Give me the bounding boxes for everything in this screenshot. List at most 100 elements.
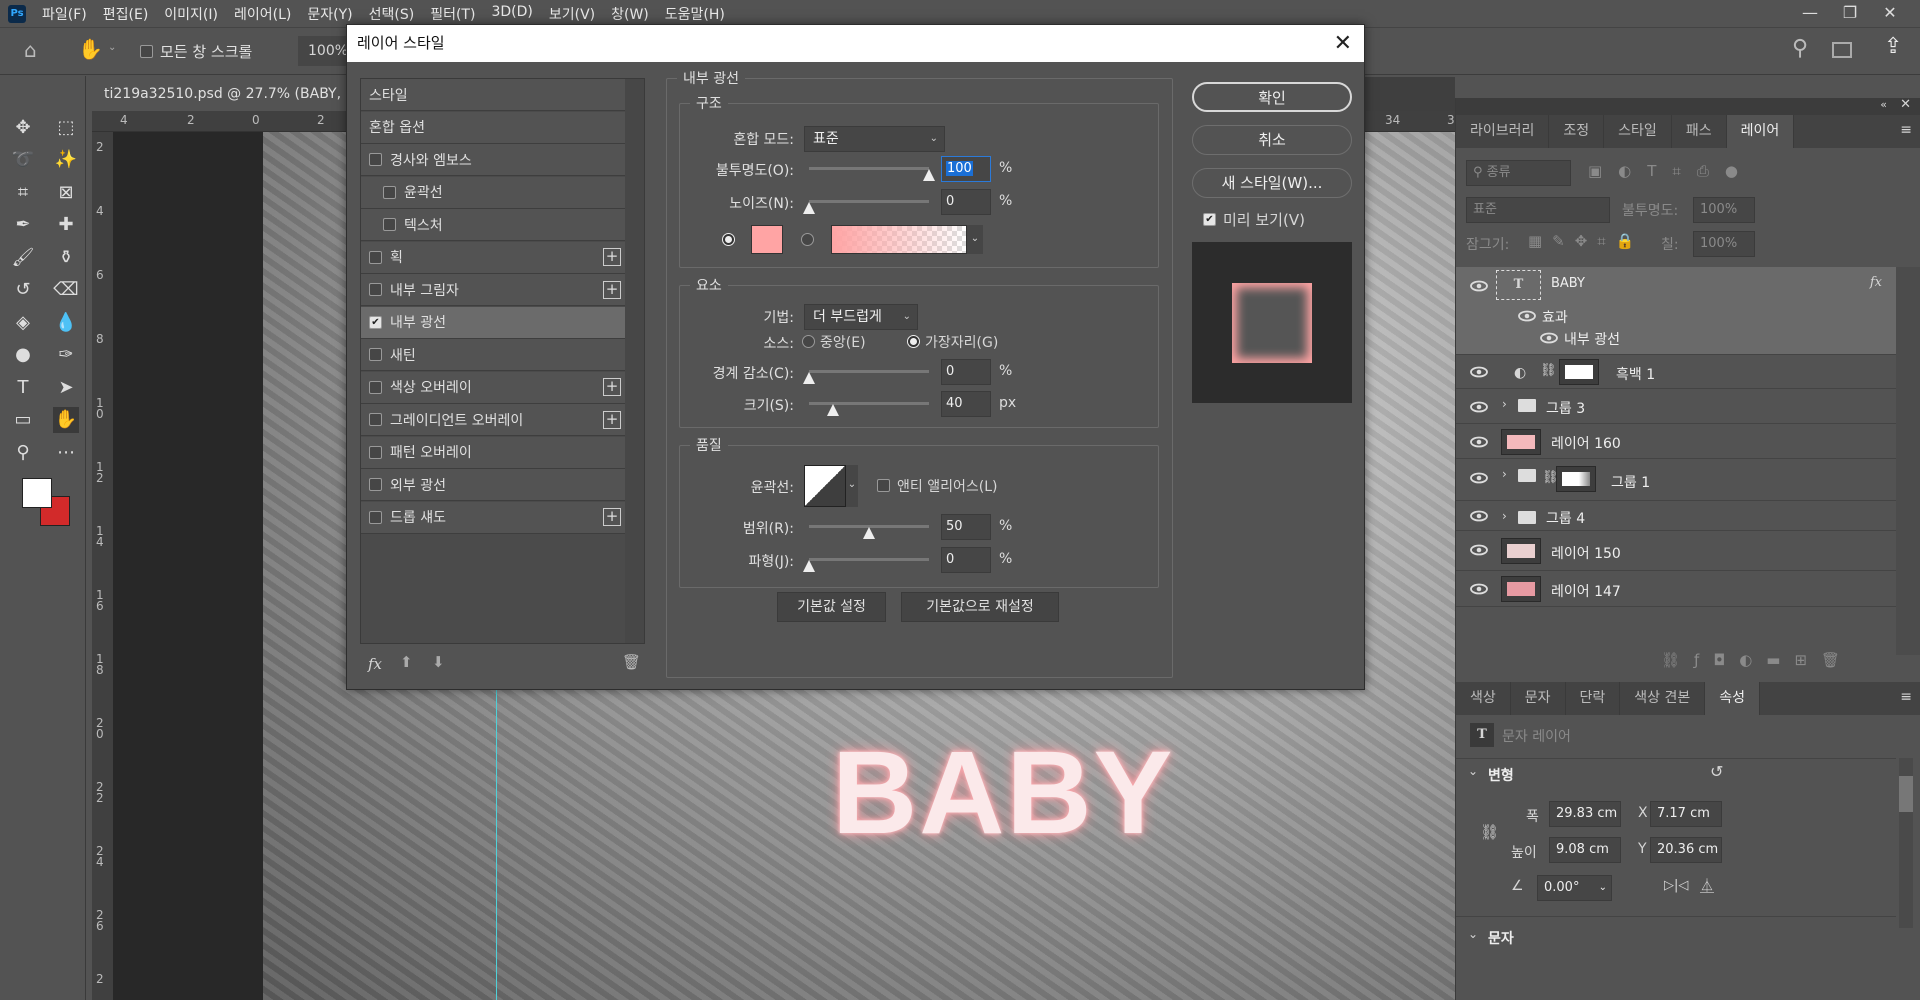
style-item[interactable]: 경사와 엠보스 — [361, 144, 625, 176]
share-icon[interactable]: ⇪ — [1884, 34, 1902, 59]
panel-tab[interactable]: 라이브러리 — [1456, 115, 1550, 148]
chevron-down-icon[interactable]: ⌄ — [1468, 927, 1478, 941]
range-slider[interactable] — [809, 525, 929, 539]
size-input[interactable]: 40 — [941, 391, 991, 417]
style-item[interactable]: ✔ 내부 광선 — [361, 306, 625, 339]
style-item[interactable]: 텍스처 — [361, 209, 625, 241]
eye-icon[interactable] — [1540, 332, 1558, 348]
fill-field[interactable]: 100% — [1693, 231, 1755, 257]
close-window-button[interactable]: ✕ — [1870, 0, 1910, 27]
panel-menu-icon[interactable]: ≡ — [1900, 689, 1912, 705]
jitter-input[interactable]: 0 — [941, 547, 991, 573]
contour-picker[interactable] — [804, 465, 846, 507]
layer-row[interactable]: › ⛓ 그룹 1 — [1456, 459, 1896, 501]
eye-icon[interactable] — [1470, 366, 1488, 382]
close-panel-icon[interactable]: ✕ — [1900, 97, 1911, 112]
style-checkbox[interactable] — [383, 218, 396, 231]
height-field[interactable]: 9.08 cm — [1549, 837, 1621, 863]
width-field[interactable]: 29.83 cm — [1549, 801, 1621, 827]
move-down-icon[interactable]: ⬇ — [432, 653, 445, 671]
source-center-radio[interactable] — [802, 335, 815, 348]
jitter-slider[interactable] — [803, 558, 929, 572]
style-item[interactable]: 획 + — [361, 241, 625, 274]
scroll-all-checkbox[interactable] — [140, 45, 153, 58]
marquee-tool-icon[interactable]: ⬚ — [53, 114, 79, 140]
blend-mode-select[interactable]: 표준 — [1466, 197, 1610, 223]
panel-tab[interactable]: 속성 — [1705, 682, 1761, 715]
eye-icon[interactable] — [1470, 280, 1488, 296]
layer-row[interactable]: 레이어 147 — [1456, 571, 1896, 607]
panel-tab[interactable]: 색상 견본 — [1620, 682, 1706, 715]
make-default-button[interactable]: 기본값 설정 — [777, 592, 886, 622]
choke-input[interactable]: 0 — [941, 359, 991, 385]
filter-kind-select[interactable]: ⚲ 종류 — [1466, 160, 1571, 186]
style-checkbox[interactable] — [369, 250, 382, 264]
eye-icon[interactable] — [1470, 401, 1488, 417]
lasso-tool-icon[interactable]: ➰ — [10, 147, 36, 173]
filter-icons[interactable]: ▣◐T⌗⎙● — [1588, 162, 1754, 180]
menu-item[interactable]: 편집(E) — [103, 4, 149, 24]
reset-default-button[interactable]: 기본값으로 재설정 — [901, 592, 1059, 622]
hand-tool-icon[interactable]: ✋ — [78, 37, 103, 61]
properties-scrollbar[interactable] — [1899, 758, 1913, 928]
slider-thumb[interactable] — [803, 202, 815, 214]
move-up-icon[interactable]: ⬆ — [400, 653, 413, 671]
source-edge-radio[interactable] — [907, 335, 920, 348]
gradient-radio[interactable] — [801, 233, 814, 246]
chevron-right-icon[interactable]: › — [1502, 397, 1507, 411]
eye-icon[interactable] — [1470, 544, 1488, 560]
blend-mode-select[interactable]: 표준 ⌄ — [804, 126, 945, 152]
y-field[interactable]: 20.36 cm — [1650, 837, 1722, 863]
stamp-tool-icon[interactable]: ⚱ — [53, 244, 79, 270]
panel-tab[interactable]: 조정 — [1549, 115, 1605, 148]
eye-icon[interactable] — [1518, 310, 1536, 326]
eye-icon[interactable] — [1470, 436, 1488, 452]
healing-tool-icon[interactable]: ✚ — [53, 212, 79, 238]
ok-button[interactable]: 확인 — [1192, 82, 1352, 112]
history-brush-tool-icon[interactable]: ↺ — [10, 277, 36, 303]
magic-wand-tool-icon[interactable]: ✨ — [53, 147, 79, 173]
more-tool-icon[interactable]: ⋯ — [53, 439, 79, 465]
guide-line[interactable] — [496, 690, 497, 1000]
home-icon[interactable]: ⌂ — [24, 38, 37, 62]
add-icon[interactable]: + — [603, 508, 621, 526]
eraser-tool-icon[interactable]: ⌫ — [53, 277, 79, 303]
style-item[interactable]: 내부 그림자 + — [361, 274, 625, 306]
style-checkbox[interactable] — [369, 348, 382, 361]
fx-icon[interactable]: fx — [1870, 275, 1882, 290]
add-icon[interactable]: + — [603, 280, 621, 299]
menu-item[interactable]: 선택(S) — [369, 4, 415, 24]
style-item[interactable]: 혼합 옵션 — [361, 111, 625, 144]
technique-select[interactable]: 더 부드럽게 ⌄ — [804, 304, 918, 330]
rectangle-tool-icon[interactable]: ▭ — [10, 407, 36, 433]
minimize-button[interactable]: — — [1790, 0, 1830, 27]
eyedropper-tool-icon[interactable]: ✒ — [10, 212, 36, 238]
dodge-tool-icon[interactable]: ● — [10, 342, 36, 368]
color-radio[interactable] — [722, 233, 735, 246]
style-checkbox[interactable] — [369, 283, 382, 296]
menu-item[interactable]: 파일(F) — [42, 4, 87, 24]
close-icon[interactable]: ✕ — [1334, 25, 1352, 62]
style-checkbox[interactable] — [383, 185, 396, 199]
slider-thumb[interactable] — [803, 560, 815, 572]
move-tool-icon[interactable]: ✥ — [10, 114, 36, 140]
chevron-down-icon[interactable]: ⌄ — [108, 42, 116, 53]
chevron-down-icon[interactable]: ⌄ — [1468, 764, 1478, 778]
cancel-button[interactable]: 취소 — [1192, 125, 1352, 155]
layer-row[interactable]: 레이어 160 — [1456, 424, 1896, 459]
trash-icon[interactable]: 🗑 — [622, 653, 641, 671]
paint-bucket-tool-icon[interactable]: ◈ — [10, 309, 36, 335]
panel-tab[interactable]: 레이어 — [1726, 115, 1795, 148]
panel-tab[interactable]: 패스 — [1672, 115, 1727, 148]
document-tab[interactable]: ti219a32510.psd @ 27.7% (BABY, RG — [92, 77, 379, 111]
slider-thumb[interactable] — [827, 404, 839, 416]
eye-icon[interactable] — [1470, 583, 1488, 599]
layers-footer-icons[interactable]: ⛓ƒ◘◐▬⊞🗑 — [1661, 651, 1854, 669]
pen-tool-icon[interactable]: ✑ — [53, 342, 79, 368]
brush-tool-icon[interactable]: 🖌 — [10, 244, 36, 270]
layer-row[interactable]: Tfx 효과 내부 광선 BABY — [1456, 267, 1896, 355]
panel-tab[interactable]: 스타일 — [1604, 115, 1672, 148]
new-style-button[interactable]: 새 스타일(W)... — [1192, 168, 1352, 198]
opacity-input[interactable]: 100 — [941, 156, 991, 182]
layer-row[interactable]: › 그룹 3 — [1456, 389, 1896, 424]
